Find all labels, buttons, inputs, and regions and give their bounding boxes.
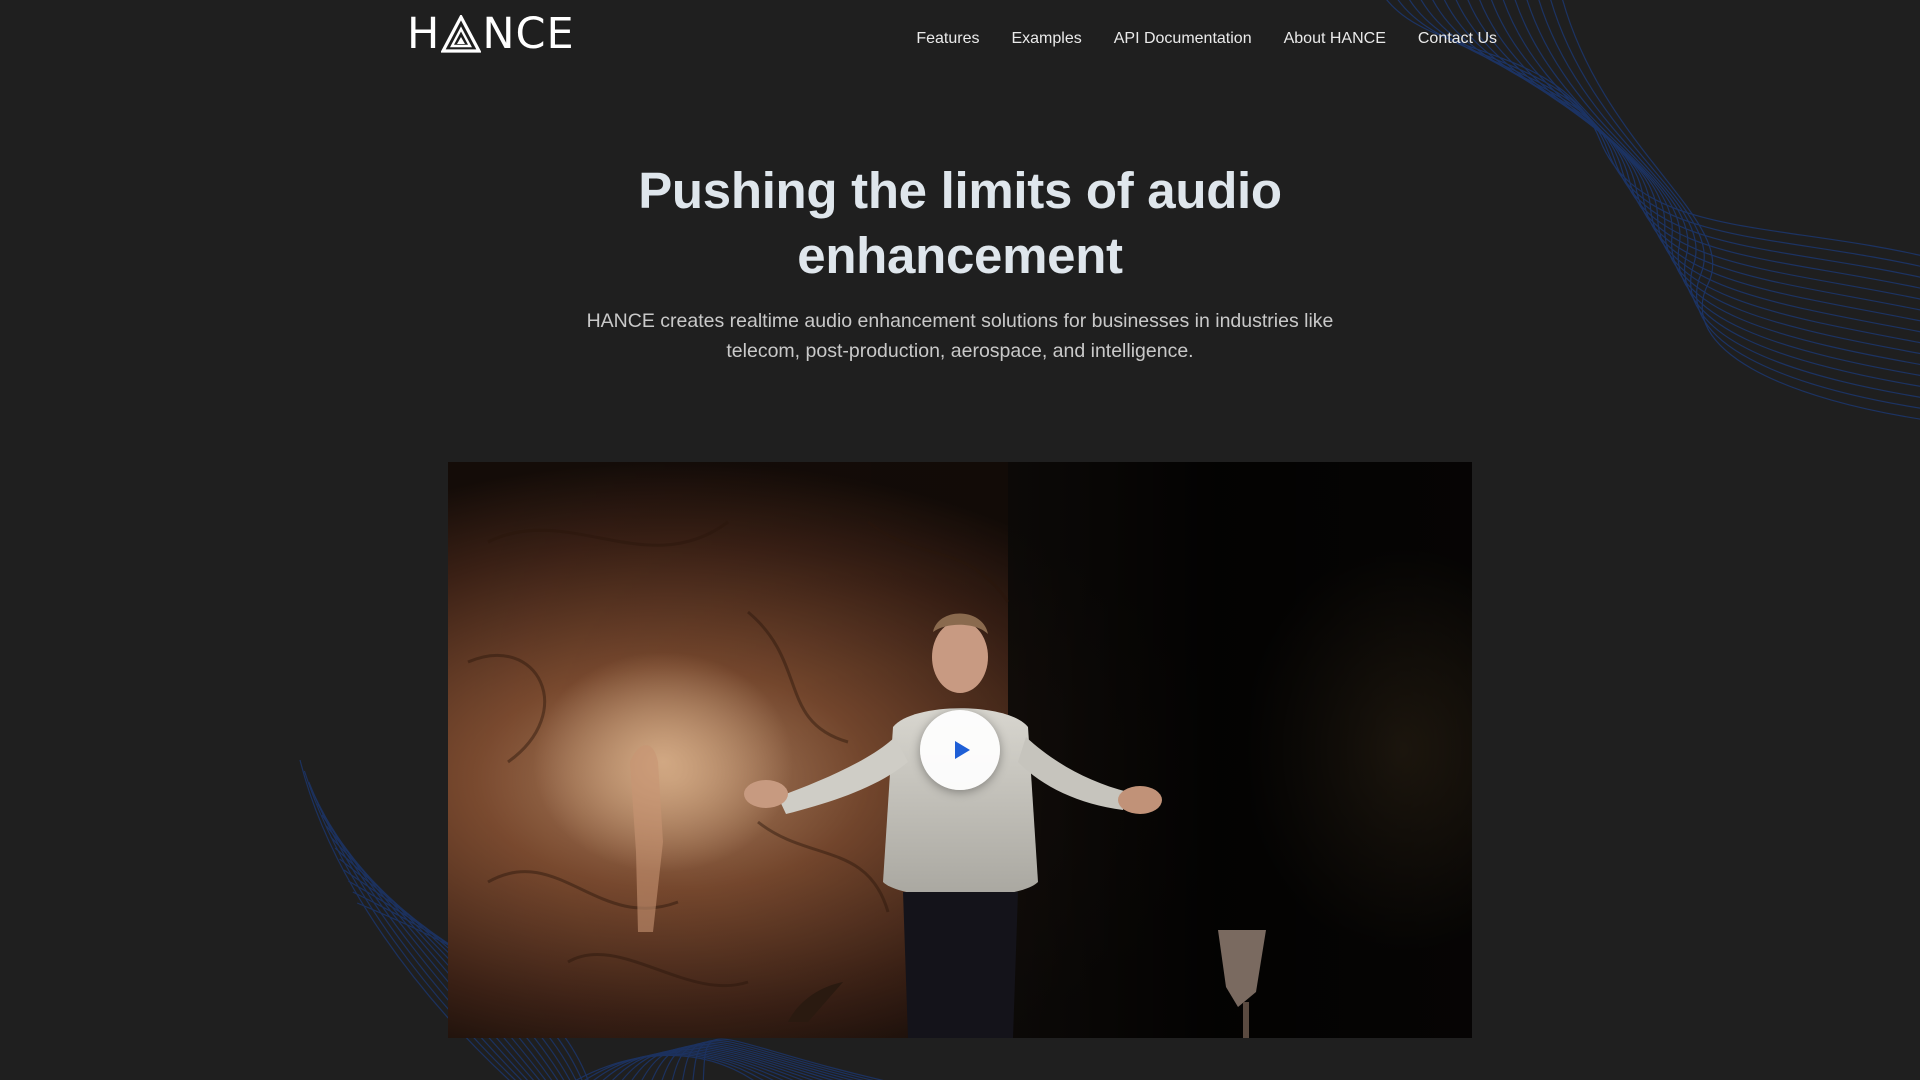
nav-features[interactable]: Features [916, 28, 979, 50]
site-header: H NCE Features Examples API Documentatio… [0, 0, 1920, 80]
hero-subtitle-line1: HANCE creates realtime audio enhancement… [586, 310, 1334, 332]
intro-video[interactable] [448, 462, 1472, 1038]
hero-title-line1: Pushing the limits of audio [638, 162, 1282, 219]
hance-logo[interactable]: H NCE [407, 9, 575, 59]
nav-examples[interactable]: Examples [1011, 28, 1081, 50]
nav-api-documentation[interactable]: API Documentation [1114, 28, 1252, 50]
logo-letter-h: H [407, 9, 441, 59]
hero-title-line2: enhancement [797, 227, 1123, 284]
logo-letters-nce: NCE [482, 9, 575, 59]
nav-contact-us[interactable]: Contact Us [1418, 28, 1497, 50]
hero-subtitle: HANCE creates realtime audio enhancement… [560, 306, 1360, 366]
hero-title: Pushing the limits of audio enhancement [560, 158, 1360, 288]
logo-triangle-icon [441, 15, 482, 53]
hero-subtitle-line2: telecom, post-production, aerospace, and… [726, 340, 1194, 362]
play-icon [955, 741, 970, 759]
play-button[interactable] [920, 710, 1000, 790]
main-nav: Features Examples API Documentation Abou… [884, 28, 1497, 50]
nav-about-hance[interactable]: About HANCE [1284, 28, 1386, 50]
page: H NCE Features Examples API Documentatio… [0, 0, 1920, 1080]
